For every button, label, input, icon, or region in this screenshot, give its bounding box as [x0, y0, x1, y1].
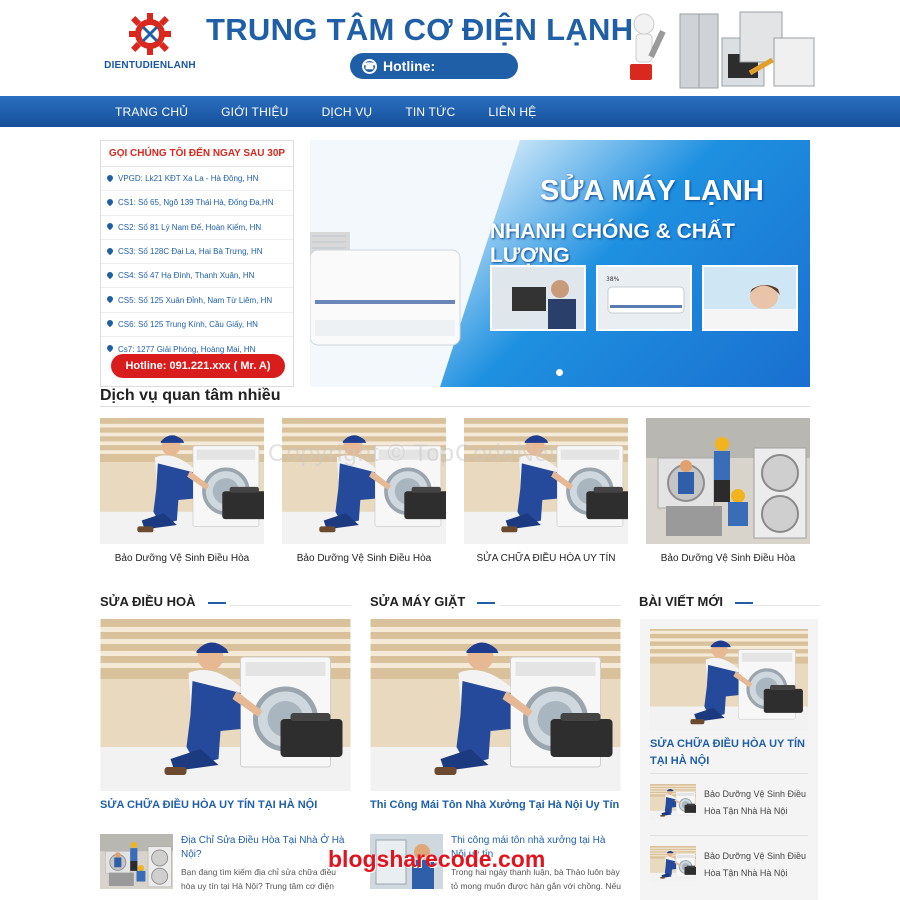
- map-pin-icon: [107, 248, 113, 256]
- site-title: TRUNG TÂM CƠ ĐIỆN LẠNH: [206, 12, 634, 47]
- site-header: DIENTUDIENLANH TRUNG TÂM CƠ ĐIỆN LẠNH ☎ …: [0, 0, 900, 96]
- address-row: CS3: Số 128C Đại La, Hai Bà Trưng, HN: [101, 240, 293, 265]
- feature-image[interactable]: [370, 619, 621, 791]
- feature-caption[interactable]: SỬA CHỮA ĐIỀU HÒA UY TÍN TẠI HÀ NỘI: [100, 799, 317, 811]
- address-text: CS1: Số 65, Ngõ 139 Thái Hà, Đống Đa,HN: [118, 198, 274, 208]
- section-title-latest-posts: BÀI VIẾT MỚI: [639, 594, 753, 609]
- sidebar-feature-title[interactable]: SỬA CHỮA ĐIỀU HÒA UY TÍN TẠI HÀ NỘI: [650, 736, 808, 770]
- hotline-label: Hotline:: [383, 58, 436, 74]
- brand-overlay-text: blogsharecode.com: [328, 846, 546, 872]
- service-card-image: [282, 418, 446, 544]
- service-card[interactable]: Bảo Dưỡng Vệ Sinh Điều Hòa: [646, 418, 810, 564]
- divider: [750, 605, 820, 606]
- address-text: CS2: Số 81 Lý Nam Đế, Hoàn Kiếm, HN: [118, 222, 262, 232]
- sidebar-post[interactable]: Bảo Dưỡng Vệ Sinh Điều Hòa Tận Nhà Hà Nộ…: [650, 773, 808, 823]
- sidebar-post-thumb: [650, 846, 696, 882]
- sidebar-post[interactable]: Bảo Dưỡng Vệ Sinh Điều Hòa Tận Nhà Hà Nộ…: [650, 835, 808, 885]
- service-card-title: SỬA CHỮA ĐIỀU HÒA UY TÍN: [476, 553, 616, 564]
- news-excerpt: Bạn đang tìm kiếm địa chỉ sửa chữa điều …: [181, 867, 337, 891]
- service-card[interactable]: Bảo Dưỡng Vệ Sinh Điều Hòa: [100, 418, 264, 564]
- feature-caption[interactable]: Thi Công Mái Tôn Nhà Xưởng Tại Hà Nội Uy…: [370, 799, 619, 811]
- divider: [100, 406, 810, 407]
- nav-item-services[interactable]: DỊCH VỤ: [322, 105, 373, 119]
- address-row: CS2: Số 81 Lý Nam Đế, Hoàn Kiếm, HN: [101, 216, 293, 240]
- feature-image[interactable]: [100, 619, 351, 791]
- latest-posts-sidebar: SỬA CHỮA ĐIỀU HÒA UY TÍN TẠI HÀ NỘI Bảo …: [640, 619, 818, 900]
- header-hotline[interactable]: ☎ Hotline:: [350, 53, 518, 79]
- address-text: CS5: Số 125 Xuân Đỉnh, Nam Từ Liêm, HN: [118, 295, 273, 305]
- banner-thumb-percent: 38%: [606, 276, 620, 283]
- address-row: CS1: Số 65, Ngõ 139 Thái Hà, Đống Đa,HN: [101, 191, 293, 216]
- contact-title: GỌI CHÚNG TÔI ĐẾN NGAY SAU 30P: [101, 141, 293, 167]
- service-card-image: [464, 418, 628, 544]
- contact-box: GỌI CHÚNG TÔI ĐẾN NGAY SAU 30P VPGD: Lk2…: [100, 140, 294, 387]
- logo-text: DIENTUDIENLANH: [104, 60, 196, 71]
- divider: [500, 605, 621, 606]
- main-nav: TRANG CHỦ GIỚI THIỆU DỊCH VỤ TIN TỨC LIÊ…: [0, 96, 900, 127]
- address-text: VPGD: Lk21 KĐT Xa La - Hà Đông, HN: [118, 174, 259, 184]
- address-row: CS5: Số 125 Xuân Đỉnh, Nam Từ Liêm, HN: [101, 288, 293, 313]
- banner-headline: SỬA MÁY LẠNH: [540, 175, 764, 207]
- nav-item-contact[interactable]: LIÊN HỆ: [488, 105, 536, 119]
- sidebar-post-title[interactable]: Bảo Dưỡng Vệ Sinh Điều Hòa Tận Nhà Hà Nộ…: [704, 786, 808, 820]
- news-thumb: [100, 834, 173, 889]
- nav-item-about[interactable]: GIỚI THIỆU: [221, 105, 288, 119]
- section-title-washer-repair[interactable]: SỬA MÁY GIẶT: [370, 594, 495, 609]
- sidebar-post-thumb: [650, 784, 696, 820]
- service-card-image: [100, 418, 264, 544]
- address-text: Cs7: 1277 Giải Phóng, Hoàng Mai, HN: [118, 344, 256, 354]
- banner-subheadline: NHANH CHÓNG & CHẤT LƯỢNG: [490, 220, 735, 267]
- address-row: VPGD: Lk21 KĐT Xa La - Hà Đông, HN: [101, 167, 293, 192]
- address-text: CS4: Số 47 Hạ Đình, Thanh Xuân, HN: [118, 271, 255, 281]
- hotline-button[interactable]: Hotline: 091.221.xxx ( Mr. A): [111, 354, 285, 378]
- copyright-watermark: Copyright © TopCodeNet: [268, 440, 557, 467]
- services-heading: Dịch vụ quan tâm nhiều: [100, 387, 281, 404]
- address-row: CS4: Số 47 Hạ Đình, Thanh Xuân, HN: [101, 264, 293, 289]
- banner-thumb-technician: [490, 265, 586, 331]
- service-card-image: [646, 418, 810, 544]
- map-pin-icon: [107, 175, 113, 183]
- sidebar-post-title[interactable]: Bảo Dưỡng Vệ Sinh Điều Hòa Tận Nhà Hà Nộ…: [704, 848, 808, 882]
- slider-dot[interactable]: [556, 369, 563, 376]
- site-logo[interactable]: DIENTUDIENLANH: [100, 12, 200, 82]
- map-pin-icon: [107, 345, 113, 353]
- news-item[interactable]: Địa Chỉ Sửa Điều Hòa Tại Nhà Ở Hà Nội? B…: [100, 834, 351, 894]
- banner-thumb-ac-unit: 38%: [596, 265, 692, 331]
- gear-tools-logo-icon: [129, 13, 171, 55]
- nav-item-home[interactable]: TRANG CHỦ: [115, 105, 188, 119]
- section-title-ac-repair[interactable]: SỬA ĐIỀU HOÀ: [100, 594, 226, 609]
- banner-thumb-sleeping: [702, 265, 798, 331]
- map-pin-icon: [107, 272, 113, 280]
- service-card-title: Bảo Dưỡng Vệ Sinh Điều Hòa: [296, 553, 432, 564]
- map-pin-icon: [107, 199, 113, 207]
- map-pin-icon: [107, 296, 113, 304]
- address-text: CS6: Số 125 Trung Kính, Cầu Giấy, HN: [118, 319, 258, 329]
- address-text: CS3: Số 128C Đại La, Hai Bà Trưng, HN: [118, 247, 263, 257]
- sidebar-feature-image[interactable]: [650, 629, 808, 731]
- service-card-title: Bảo Dưỡng Vệ Sinh Điều Hòa: [660, 553, 796, 564]
- nav-item-news[interactable]: TIN TỨC: [405, 105, 455, 119]
- phone-icon: ☎: [362, 58, 377, 74]
- map-pin-icon: [107, 223, 113, 231]
- service-card-title: Bảo Dưỡng Vệ Sinh Điều Hòa: [114, 553, 250, 564]
- appliances-illustration: [630, 11, 815, 89]
- news-title[interactable]: Địa Chỉ Sửa Điều Hòa Tại Nhà Ở Hà Nội?: [181, 834, 351, 862]
- map-pin-icon: [107, 320, 113, 328]
- divider: [230, 605, 351, 606]
- address-row: CS6: Số 125 Trung Kính, Cầu Giấy, HN: [101, 313, 293, 338]
- hero-slider[interactable]: SỬA MÁY LẠNH NHANH CHÓNG & CHẤT LƯỢNG 38…: [310, 140, 810, 387]
